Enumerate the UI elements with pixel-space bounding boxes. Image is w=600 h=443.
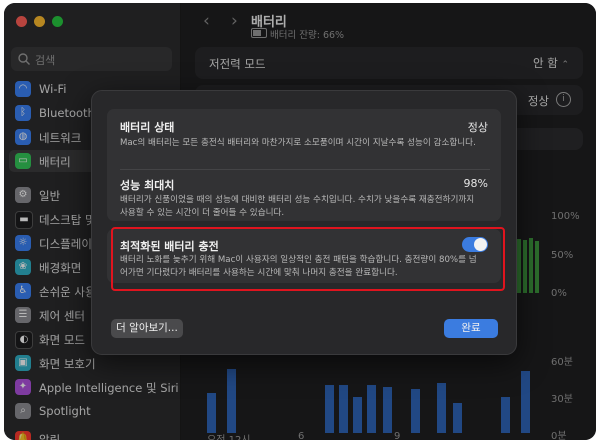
max-capacity-value: 98% bbox=[463, 177, 488, 190]
battery-info-card: 배터리 상태 정상 Mac의 배터리는 모든 충전식 배터리와 마찬가지로 소모… bbox=[107, 109, 501, 221]
battery-condition-value: 정상 bbox=[467, 121, 488, 134]
settings-window: 검색 ◠ Wi-Fi ᛒ Bluetooth ◍ 네트워크 ▭ 배터리 ⚙ 일반… bbox=[4, 3, 596, 440]
done-button[interactable]: 완료 bbox=[444, 319, 498, 338]
highlight-box bbox=[111, 227, 505, 291]
battery-health-dialog: 배터리 상태 정상 Mac의 배터리는 모든 충전식 배터리와 마찬가지로 소모… bbox=[91, 90, 517, 355]
max-capacity-desc: 배터리가 신품이었을 때의 성능에 대비한 배터리 성능 수치입니다. 수치가 … bbox=[120, 195, 475, 218]
battery-condition-desc: Mac의 배터리는 모든 충전식 배터리와 마찬가지로 소모품이며 시간이 지날… bbox=[120, 138, 476, 148]
max-capacity-title: 성능 최대치 bbox=[120, 179, 175, 192]
divider bbox=[120, 169, 490, 170]
learn-more-button[interactable]: 더 알아보기... bbox=[111, 319, 183, 338]
battery-condition-title: 배터리 상태 bbox=[120, 121, 175, 134]
